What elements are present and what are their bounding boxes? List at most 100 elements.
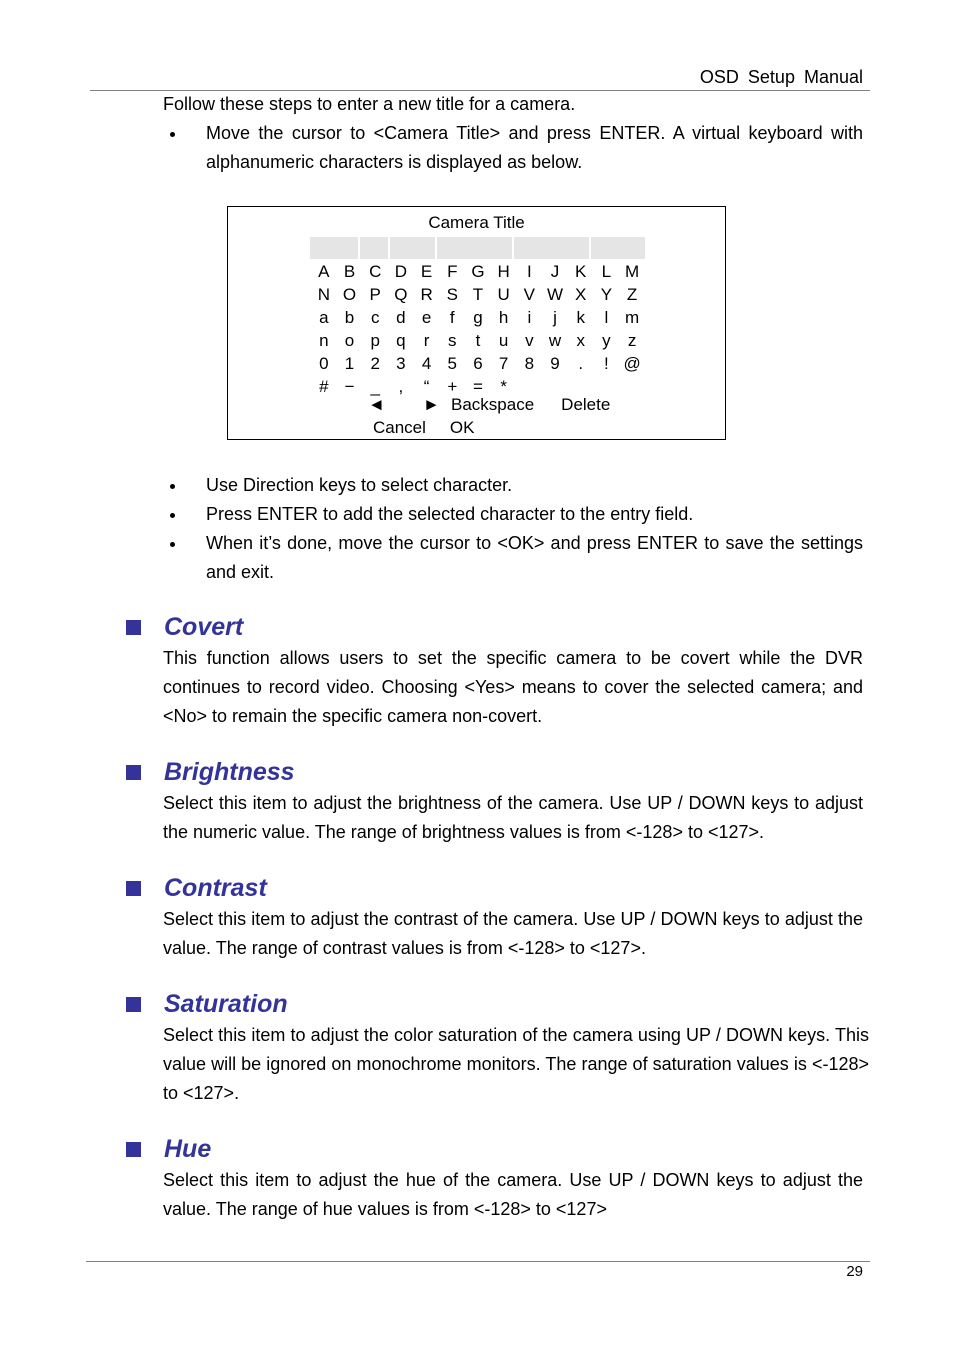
keyboard-key[interactable]: c — [362, 306, 388, 329]
keyboard-key[interactable]: w — [542, 329, 568, 352]
keyboard-key[interactable]: 8 — [517, 352, 543, 375]
keyboard-key[interactable]: J — [542, 260, 568, 283]
square-bullet-icon — [126, 997, 141, 1012]
keyboard-key[interactable]: Z — [619, 283, 645, 306]
keyboard-key[interactable]: u — [491, 329, 517, 352]
keyboard-key[interactable]: # — [311, 375, 337, 398]
list-item: Use Direction keys to select character. — [163, 471, 863, 500]
keyboard-key[interactable]: f — [439, 306, 465, 329]
section-body-brightness: Select this item to adjust the brightnes… — [163, 793, 863, 842]
keyboard-key[interactable]: x — [568, 329, 594, 352]
keyboard-key[interactable]: 5 — [439, 352, 465, 375]
section-heading-brightness: Brightness — [126, 758, 295, 787]
keyboard-key[interactable]: k — [568, 306, 594, 329]
keyboard-key[interactable]: G — [465, 260, 491, 283]
keyboard-key[interactable]: H — [491, 260, 517, 283]
keyboard-key[interactable]: . — [568, 352, 594, 375]
section-body-saturation: Select this item to adjust the color sat… — [163, 1025, 869, 1103]
keyboard-key[interactable]: o — [337, 329, 363, 352]
keyboard-key[interactable]: @ — [619, 352, 645, 375]
cursor-left-button[interactable]: ◄ — [368, 395, 423, 415]
keyboard-key[interactable]: V — [517, 283, 543, 306]
keyboard-title: Camera Title — [428, 213, 525, 232]
keyboard-key[interactable]: C — [362, 260, 388, 283]
keyboard-key[interactable]: y — [594, 329, 620, 352]
square-bullet-icon — [126, 620, 141, 635]
keyboard-key[interactable]: 1 — [337, 352, 363, 375]
keyboard-key[interactable]: p — [362, 329, 388, 352]
keyboard-key[interactable]: K — [568, 260, 594, 283]
document-header-title: OSD Setup Manual — [699, 67, 863, 87]
steps-bullet-list: Use Direction keys to select character. … — [163, 471, 863, 587]
ok-button[interactable]: OK — [450, 418, 475, 438]
keyboard-key[interactable]: m — [619, 306, 645, 329]
bullet-icon — [170, 132, 175, 137]
keyboard-key[interactable]: 0 — [311, 352, 337, 375]
keyboard-key[interactable]: i — [517, 306, 543, 329]
keyboard-key[interactable]: P — [362, 283, 388, 306]
keyboard-key[interactable]: R — [414, 283, 440, 306]
keyboard-key[interactable]: 2 — [362, 352, 388, 375]
keyboard-key[interactable]: n — [311, 329, 337, 352]
intro-text: Follow these steps to enter a new title … — [163, 94, 576, 114]
keyboard-key[interactable]: T — [465, 283, 491, 306]
keyboard-key[interactable]: O — [337, 283, 363, 306]
keyboard-key[interactable]: E — [414, 260, 440, 283]
camera-title-entry-field[interactable] — [310, 237, 645, 259]
keyboard-key[interactable]: 4 — [414, 352, 440, 375]
keyboard-key[interactable]: t — [465, 329, 491, 352]
keyboard-key[interactable]: I — [517, 260, 543, 283]
keyboard-key[interactable]: 7 — [491, 352, 517, 375]
bullet-text: Press ENTER to add the selected characte… — [206, 504, 694, 524]
keyboard-key[interactable]: 3 — [388, 352, 414, 375]
section-title: Covert — [164, 613, 244, 641]
keyboard-key[interactable]: g — [465, 306, 491, 329]
keyboard-key[interactable]: Q — [388, 283, 414, 306]
keyboard-key[interactable]: e — [414, 306, 440, 329]
delete-button[interactable]: Delete — [561, 395, 610, 415]
keyboard-key[interactable]: a — [311, 306, 337, 329]
keyboard-key[interactable]: L — [594, 260, 620, 283]
keyboard-key[interactable]: W — [542, 283, 568, 306]
footer-divider — [86, 1261, 870, 1262]
keyboard-key[interactable]: S — [439, 283, 465, 306]
keyboard-key[interactable]: ! — [594, 352, 620, 375]
keyboard-key[interactable]: N — [311, 283, 337, 306]
keyboard-key[interactable]: v — [517, 329, 543, 352]
entry-field-segment — [591, 237, 645, 259]
square-bullet-icon — [126, 765, 141, 780]
bullet-text: Move the cursor to <Camera Title> and pr… — [206, 123, 863, 172]
section-heading-covert: Covert — [126, 613, 243, 642]
square-bullet-icon — [126, 1142, 141, 1157]
keyboard-key[interactable]: U — [491, 283, 517, 306]
keyboard-key[interactable]: A — [311, 260, 337, 283]
keyboard-key[interactable]: 6 — [465, 352, 491, 375]
entry-field-segment — [390, 237, 435, 259]
keyboard-key[interactable]: s — [439, 329, 465, 352]
keyboard-action-row: Cancel OK — [373, 418, 474, 438]
cursor-right-button[interactable]: ► — [423, 395, 451, 415]
keyboard-key[interactable]: F — [439, 260, 465, 283]
keyboard-key[interactable]: − — [337, 375, 363, 398]
keyboard-key[interactable]: q — [388, 329, 414, 352]
keyboard-key[interactable]: d — [388, 306, 414, 329]
keyboard-key[interactable]: j — [542, 306, 568, 329]
keyboard-key[interactable]: b — [337, 306, 363, 329]
list-item: Press ENTER to add the selected characte… — [163, 500, 863, 529]
keyboard-key[interactable]: D — [388, 260, 414, 283]
keyboard-key[interactable]: B — [337, 260, 363, 283]
keyboard-key[interactable]: l — [594, 306, 620, 329]
keyboard-key[interactable]: h — [491, 306, 517, 329]
keyboard-key[interactable]: X — [568, 283, 594, 306]
backspace-button[interactable]: Backspace — [451, 395, 534, 415]
keyboard-key[interactable]: r — [414, 329, 440, 352]
keyboard-key[interactable]: z — [619, 329, 645, 352]
section-heading-saturation: Saturation — [126, 990, 288, 1019]
section-title: Contrast — [164, 874, 267, 902]
keyboard-key[interactable]: Y — [594, 283, 620, 306]
section-title: Saturation — [164, 990, 288, 1018]
character-grid: ABCDEFGHIJKLM NOPQRSTUVWXYZabcdefghijklm n… — [311, 260, 645, 398]
cancel-button[interactable]: Cancel — [373, 418, 426, 438]
keyboard-key[interactable]: M — [619, 260, 645, 283]
keyboard-key[interactable]: 9 — [542, 352, 568, 375]
